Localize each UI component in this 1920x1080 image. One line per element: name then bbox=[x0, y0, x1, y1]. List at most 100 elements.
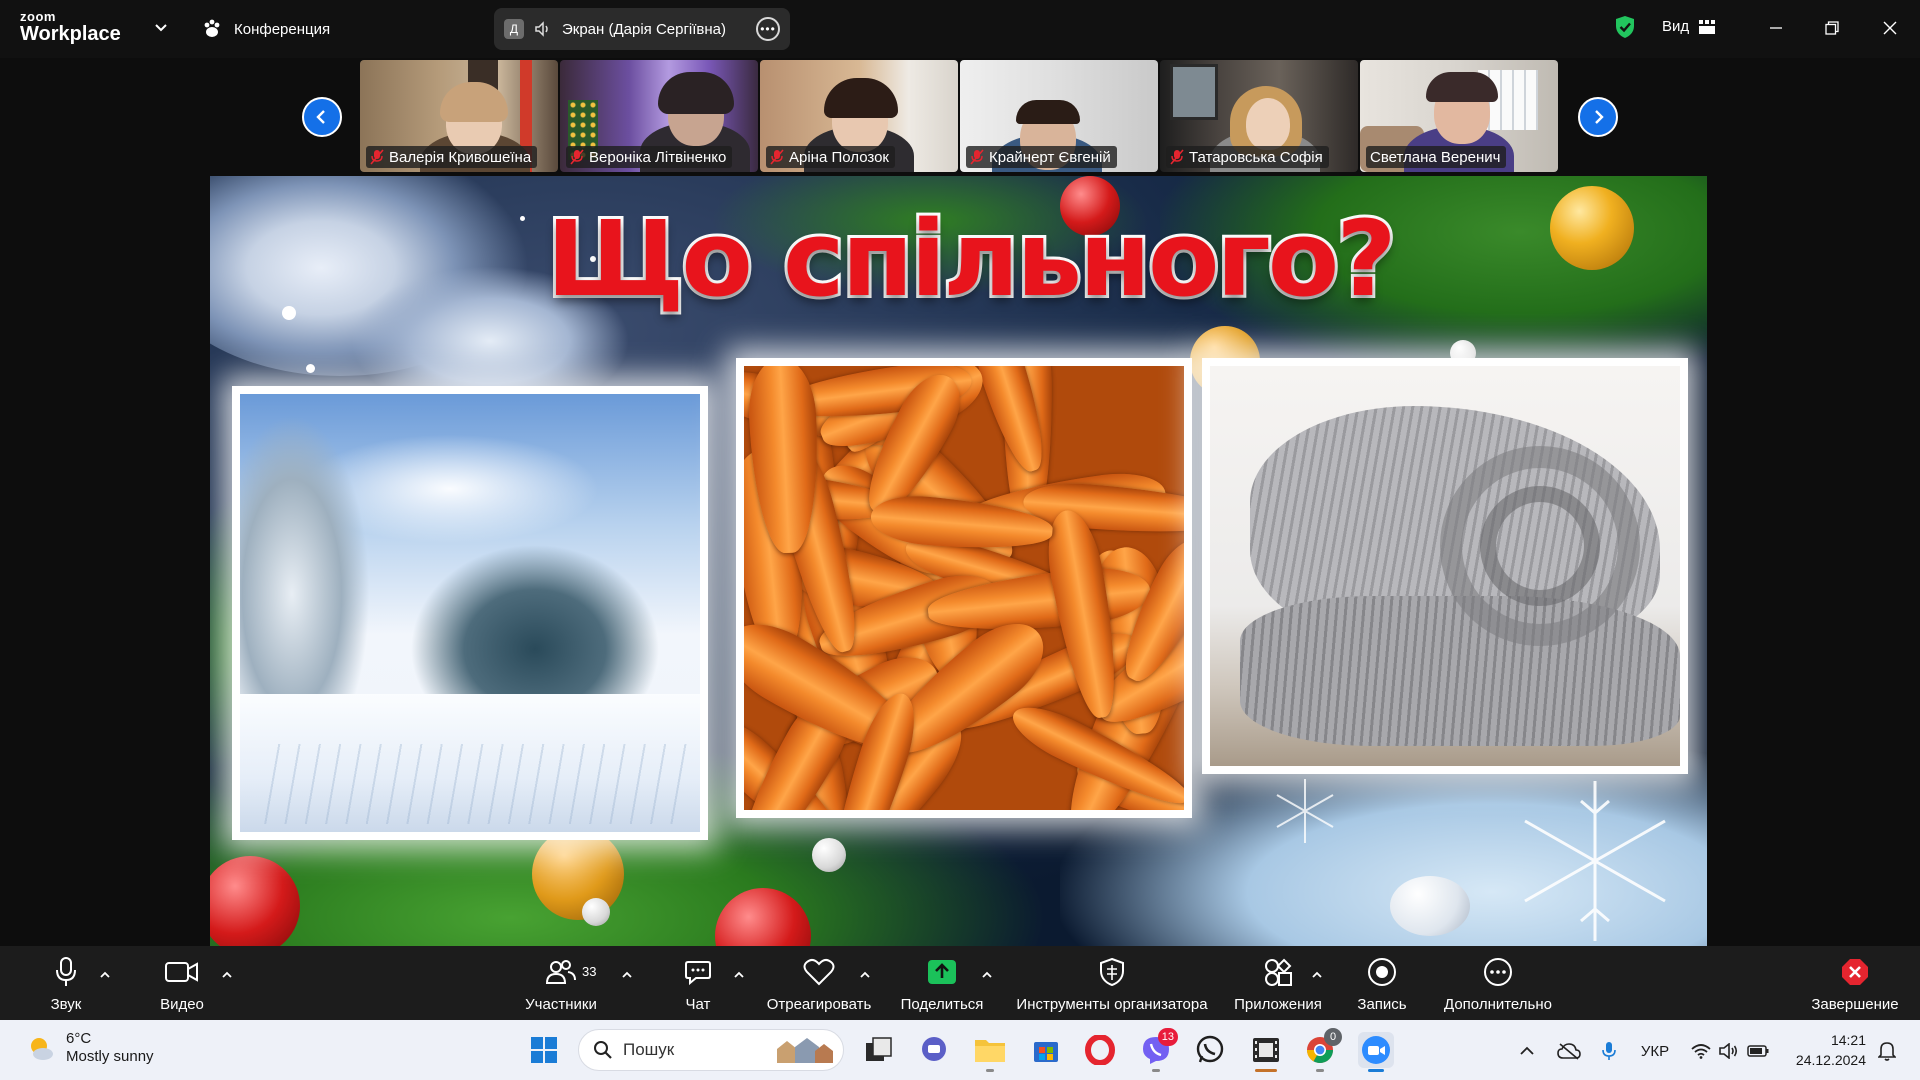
windows-taskbar: 6°C Mostly sunny Пошук 13 0 УКР 14:21 24… bbox=[0, 1020, 1920, 1080]
encryption-shield-icon[interactable] bbox=[1614, 15, 1636, 39]
grid-view-icon bbox=[1699, 19, 1716, 34]
more-options-icon[interactable]: ••• bbox=[756, 17, 780, 41]
minimize-button[interactable] bbox=[1762, 14, 1790, 42]
meeting-toolbar: Звук Видео Участники 33 Чат Отреагироват… bbox=[0, 946, 1920, 1020]
wifi-tray[interactable] bbox=[1690, 1040, 1712, 1062]
screen-share-indicator[interactable]: Д Экран (Дарія Сергіївна) ••• bbox=[494, 8, 790, 50]
taskbar-search[interactable]: Пошук bbox=[578, 1029, 844, 1071]
chevron-down-icon[interactable] bbox=[152, 18, 170, 36]
react-label: Отреагировать bbox=[766, 996, 872, 1013]
mic-muted-icon bbox=[570, 149, 584, 165]
participant-name-tag: Светлана Веренич bbox=[1366, 146, 1507, 168]
volume-icon bbox=[1719, 1043, 1738, 1059]
participants-icon bbox=[546, 960, 576, 984]
mic-muted-icon bbox=[970, 149, 984, 165]
participants-options-chevron-up-icon[interactable] bbox=[620, 968, 634, 982]
view-menu[interactable]: Вид bbox=[1662, 18, 1716, 35]
store-app[interactable] bbox=[1028, 1032, 1064, 1068]
start-button[interactable] bbox=[526, 1032, 562, 1068]
close-button[interactable] bbox=[1876, 14, 1904, 42]
language-indicator[interactable]: УКР bbox=[1636, 1040, 1674, 1062]
share-screen-button[interactable]: Поделиться bbox=[898, 954, 986, 1013]
opera-icon bbox=[1085, 1035, 1115, 1065]
participant-tile[interactable]: Вероніка Літвіненко bbox=[560, 60, 758, 172]
cloud-offline-icon bbox=[1557, 1043, 1581, 1060]
weather-widget[interactable]: 6°C Mostly sunny bbox=[26, 1030, 154, 1066]
more-icon bbox=[1484, 958, 1512, 986]
participant-tile[interactable]: Аріна Полозок bbox=[760, 60, 958, 172]
restore-button[interactable] bbox=[1818, 14, 1846, 42]
chevron-left-icon bbox=[316, 110, 325, 124]
react-options-chevron-up-icon[interactable] bbox=[858, 968, 872, 982]
record-button[interactable]: Запись bbox=[1352, 954, 1412, 1013]
record-label: Запись bbox=[1357, 996, 1407, 1013]
teams-app[interactable] bbox=[916, 1032, 952, 1068]
wifi-icon bbox=[1691, 1044, 1711, 1059]
task-view-app[interactable] bbox=[860, 1032, 896, 1068]
snowflake bbox=[520, 216, 525, 221]
chat-options-chevron-up-icon[interactable] bbox=[732, 968, 746, 982]
whatsapp-app[interactable] bbox=[1192, 1032, 1228, 1068]
participant-name-tag: Татаровська Софія bbox=[1166, 146, 1329, 168]
participant-name: Крайнерт Євгеній bbox=[989, 148, 1111, 166]
logo-line1: zoom bbox=[20, 9, 56, 24]
share-options-chevron-up-icon[interactable] bbox=[980, 968, 994, 982]
task-view-icon bbox=[866, 1037, 892, 1061]
next-page-button[interactable] bbox=[1578, 97, 1618, 137]
video-options-chevron-up-icon[interactable] bbox=[220, 968, 234, 982]
apps-options-chevron-up-icon[interactable] bbox=[1310, 968, 1324, 982]
clock-date: 24.12.2024 bbox=[1795, 1052, 1866, 1069]
video-label: Видео bbox=[160, 996, 204, 1013]
battery-tray[interactable] bbox=[1746, 1040, 1770, 1062]
microphone-tray[interactable] bbox=[1598, 1040, 1620, 1062]
participant-tile[interactable]: Валерія Кривошеїна bbox=[360, 60, 558, 172]
chevron-up-icon bbox=[1520, 1046, 1534, 1055]
running-indicator bbox=[1316, 1069, 1324, 1072]
shared-screen-slide: Що спільного? bbox=[210, 176, 1707, 946]
audio-options-chevron-up-icon[interactable] bbox=[98, 968, 112, 982]
apps-button[interactable]: Приложения bbox=[1226, 954, 1330, 1013]
restore-icon bbox=[1825, 21, 1839, 35]
volume-tray[interactable] bbox=[1718, 1040, 1740, 1062]
chevron-right-icon bbox=[1595, 110, 1604, 124]
houses-illustration-icon bbox=[777, 1038, 833, 1063]
viber-app[interactable]: 13 bbox=[1138, 1028, 1178, 1072]
participant-name: Татаровська Софія bbox=[1189, 148, 1323, 166]
participant-tile[interactable]: Светлана Веренич bbox=[1360, 60, 1558, 172]
host-tools-button[interactable]: Инструменты организатора bbox=[1014, 954, 1210, 1013]
zoom-app[interactable] bbox=[1358, 1032, 1394, 1072]
viber-notification-badge: 13 bbox=[1157, 1028, 1178, 1046]
close-icon bbox=[1883, 21, 1897, 35]
running-indicator bbox=[1368, 1069, 1384, 1072]
zoom-window: zoom Workplace Конференция Д Экран (Дарі… bbox=[0, 0, 1920, 1080]
more-button[interactable]: Дополнительно bbox=[1440, 954, 1556, 1013]
participant-tile[interactable]: Крайнерт Євгеній bbox=[960, 60, 1158, 172]
onedrive-tray[interactable] bbox=[1556, 1040, 1582, 1062]
participant-name-tag: Аріна Полозок bbox=[766, 146, 895, 168]
video-button[interactable]: Видео bbox=[150, 954, 214, 1013]
participant-name-tag: Валерія Кривошеїна bbox=[366, 146, 538, 168]
ornament-ball bbox=[582, 898, 610, 926]
end-meeting-icon bbox=[1842, 959, 1868, 985]
chrome-app[interactable]: 0 bbox=[1302, 1028, 1342, 1072]
minimize-icon bbox=[1770, 27, 1782, 29]
notifications-button[interactable] bbox=[1876, 1040, 1898, 1062]
participant-tile[interactable]: Татаровська Софія bbox=[1160, 60, 1358, 172]
search-icon bbox=[594, 1041, 612, 1059]
end-meeting-button[interactable]: Завершение bbox=[1808, 954, 1902, 1013]
show-hidden-icons[interactable] bbox=[1516, 1040, 1538, 1062]
slide-title: Що спільного? bbox=[543, 198, 1399, 320]
opera-app[interactable] bbox=[1082, 1032, 1118, 1068]
react-button[interactable]: Отреагировать bbox=[764, 954, 874, 1013]
chat-bubble-icon bbox=[685, 961, 711, 986]
previous-page-button[interactable] bbox=[302, 97, 342, 137]
participants-button[interactable]: Участники bbox=[518, 954, 604, 1013]
chat-button[interactable]: Чат bbox=[672, 954, 724, 1013]
video-editor-app[interactable] bbox=[1248, 1032, 1284, 1072]
audio-button[interactable]: Звук bbox=[36, 954, 96, 1013]
file-explorer-app[interactable] bbox=[972, 1032, 1008, 1072]
taskbar-clock[interactable]: 14:21 24.12.2024 bbox=[1794, 1030, 1866, 1071]
chat-app-icon bbox=[922, 1037, 946, 1061]
conference-menu[interactable]: Конференция bbox=[202, 18, 330, 40]
zoom-logo[interactable]: zoom Workplace bbox=[20, 10, 121, 44]
